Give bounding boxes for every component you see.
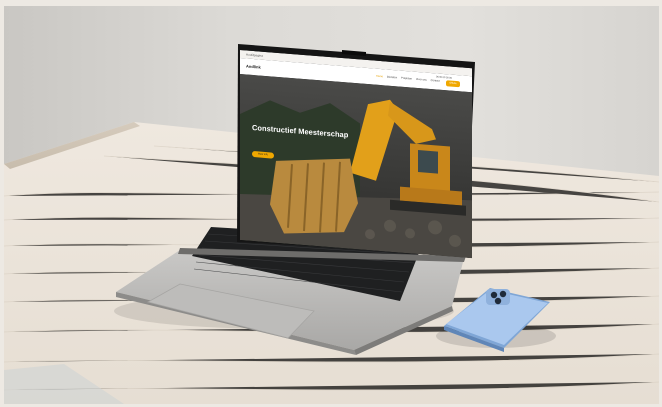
photo-scene: Hoofdpagina Andlink Home Diensten Projec… — [4, 6, 659, 404]
camera-bump-icon — [486, 289, 510, 305]
smartphone — [436, 288, 556, 352]
